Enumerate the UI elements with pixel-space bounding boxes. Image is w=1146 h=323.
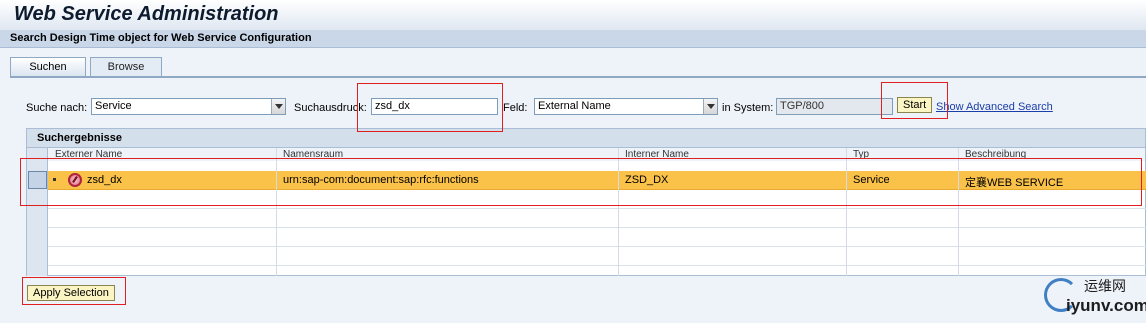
results-title: Suchergebnisse [37, 132, 122, 144]
search-for-value: Service [95, 100, 132, 112]
table-row [48, 247, 1146, 266]
watermark-bottom-text: iyunv.com [1066, 296, 1146, 315]
system-field: TGP/800 [776, 98, 893, 115]
subtitle-bar: Search Design Time object for Web Servic… [0, 30, 1146, 48]
expression-label: Suchausdruck: [294, 102, 367, 114]
chevron-down-icon[interactable] [271, 99, 285, 114]
chevron-down-icon[interactable] [703, 99, 717, 114]
tab-suchen[interactable]: Suchen [10, 57, 86, 77]
watermark-top-text: 运维网 [1084, 279, 1126, 295]
system-value: TGP/800 [780, 100, 825, 112]
field-label: Feld: [503, 102, 528, 114]
highlight-apply [22, 277, 126, 305]
results-header: Suchergebnisse [27, 129, 1145, 148]
table-row [48, 209, 1146, 228]
search-for-label: Suche nach: [26, 102, 88, 114]
page-title: Web Service Administration [14, 3, 279, 25]
show-advanced-search-link[interactable]: Show Advanced Search [936, 101, 1053, 113]
system-label: in System: [722, 102, 774, 114]
title-bar: Web Service Administration [0, 0, 1146, 30]
field-value: External Name [538, 100, 611, 112]
table-row [48, 228, 1146, 247]
highlight-start [881, 82, 948, 119]
search-for-dropdown[interactable]: Service [91, 98, 286, 115]
tab-browse[interactable]: Browse [90, 57, 162, 77]
watermark-logo: 运维网 iyunv.com [1040, 272, 1146, 320]
page-subtitle: Search Design Time object for Web Servic… [10, 32, 312, 44]
highlight-result-row [20, 158, 1142, 206]
highlight-expression [357, 83, 503, 132]
field-dropdown[interactable]: External Name [534, 98, 718, 115]
